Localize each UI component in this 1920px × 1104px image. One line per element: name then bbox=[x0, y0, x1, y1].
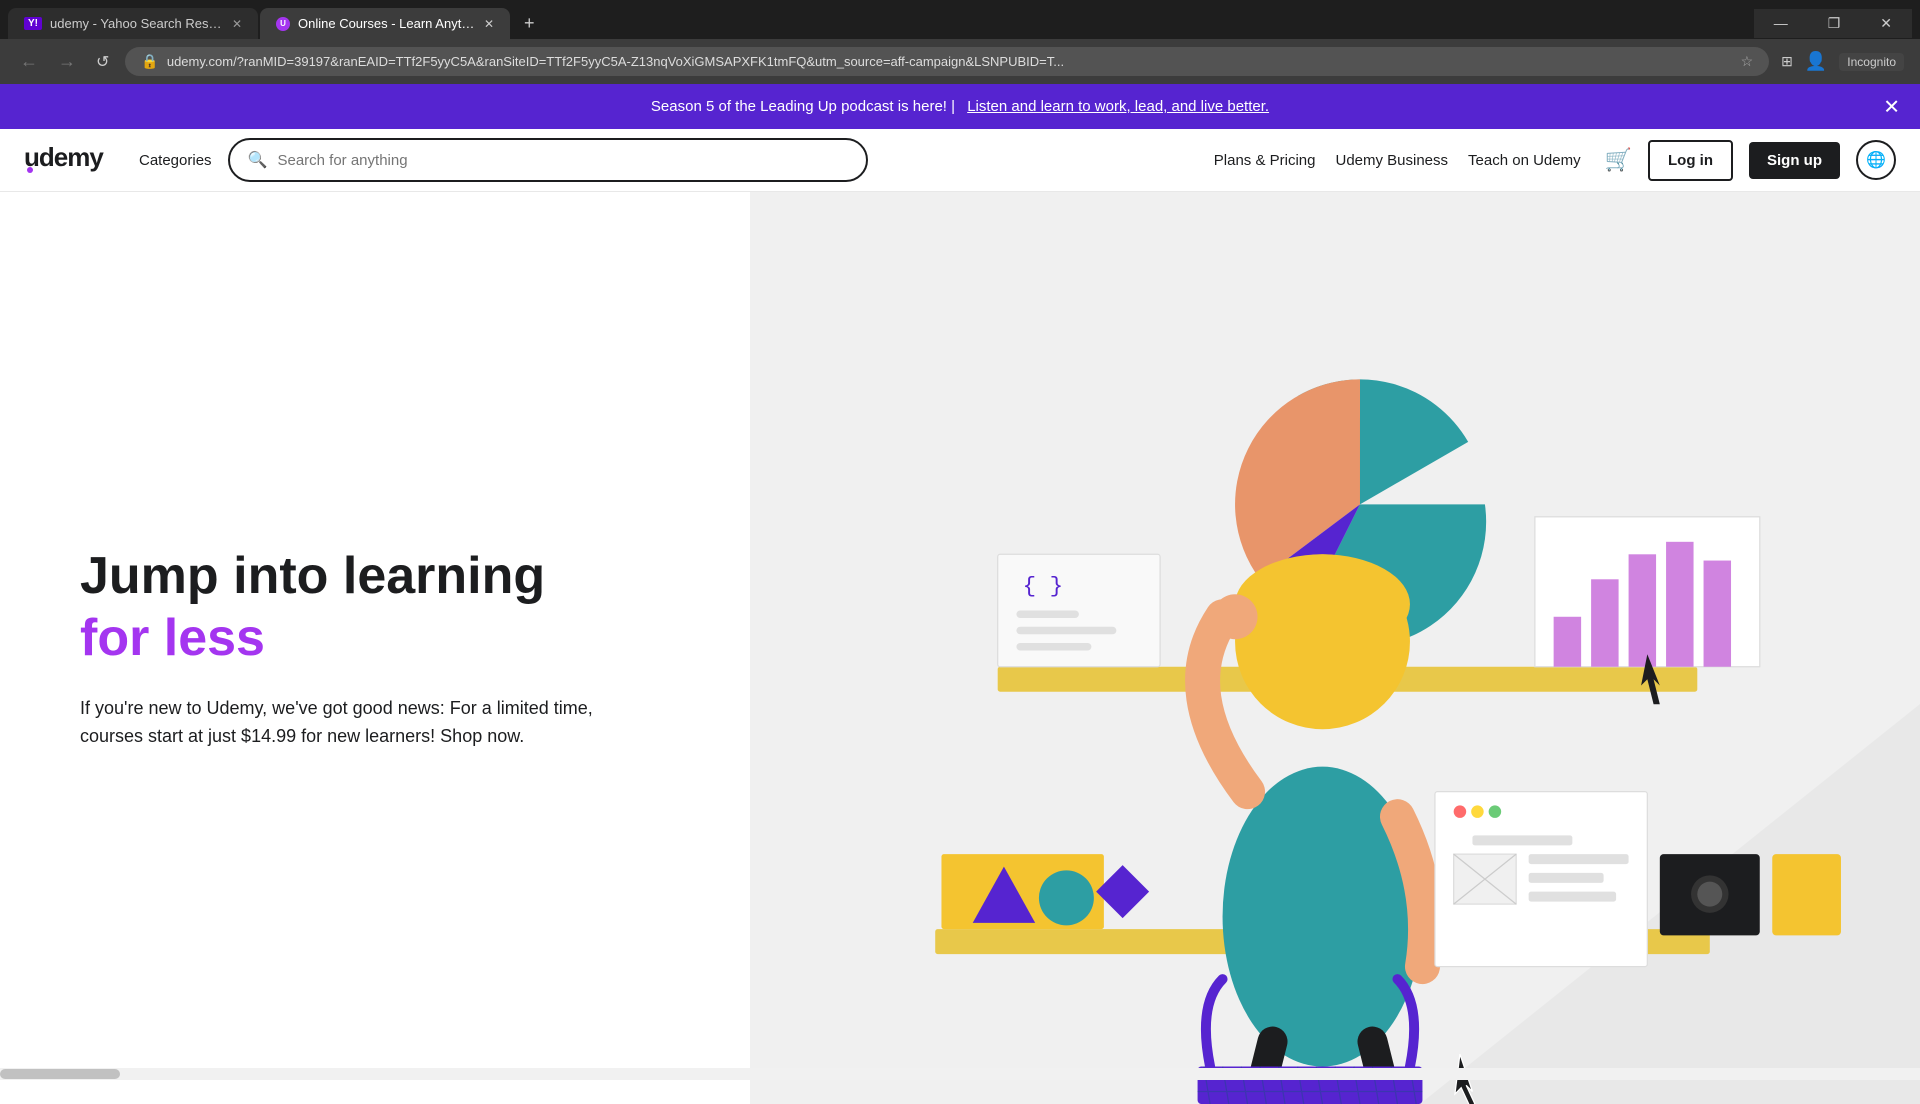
extensions-icon[interactable]: ⊞ bbox=[1781, 53, 1793, 70]
incognito-badge: Incognito bbox=[1839, 53, 1904, 71]
refresh-button[interactable]: ↺ bbox=[92, 50, 113, 74]
search-bar[interactable]: 🔍 bbox=[228, 138, 868, 182]
search-icon: 🔍 bbox=[248, 150, 268, 170]
plans-pricing-link[interactable]: Plans & Pricing bbox=[1214, 152, 1316, 169]
udemy-tab-close[interactable]: ✕ bbox=[484, 17, 494, 31]
address-text: udemy.com/?ranMID=39197&ranEAID=TTf2F5yy… bbox=[167, 54, 1733, 69]
browser-chrome: Y! udemy - Yahoo Search Results ✕ U Onli… bbox=[0, 0, 1920, 84]
udemy-logo-svg: udemy bbox=[24, 140, 115, 174]
maximize-button[interactable]: ❐ bbox=[1808, 9, 1861, 38]
hero-illustration: { } bbox=[750, 192, 1920, 1104]
categories-button[interactable]: Categories bbox=[139, 152, 212, 169]
browser-tab-udemy[interactable]: U Online Courses - Learn Anythin... ✕ bbox=[260, 8, 510, 39]
hero-left: Jump into learning for less If you're ne… bbox=[0, 192, 750, 1104]
promo-banner: Season 5 of the Leading Up podcast is he… bbox=[0, 84, 1920, 129]
svg-text:{ }: { } bbox=[1023, 573, 1063, 599]
address-bar[interactable]: 🔒 udemy.com/?ranMID=39197&ranEAID=TTf2F5… bbox=[125, 47, 1769, 76]
browser-tab-yahoo[interactable]: Y! udemy - Yahoo Search Results ✕ bbox=[8, 8, 258, 39]
hero-section: Jump into learning for less If you're ne… bbox=[0, 192, 1920, 1104]
hero-title-line1: Jump into learning bbox=[80, 547, 545, 605]
browser-toolbar: ← → ↺ 🔒 udemy.com/?ranMID=39197&ranEAID=… bbox=[0, 39, 1920, 84]
language-button[interactable]: 🌐 bbox=[1856, 140, 1896, 180]
logo-icon: udemy bbox=[24, 140, 115, 181]
hero-title: Jump into learning for less bbox=[80, 545, 670, 670]
minimize-button[interactable]: — bbox=[1754, 9, 1808, 38]
back-button[interactable]: ← bbox=[16, 49, 42, 74]
udemy-tab-label: Online Courses - Learn Anythin... bbox=[298, 16, 476, 31]
hero-subtitle: If you're new to Udemy, we've got good n… bbox=[80, 694, 620, 752]
udemy-business-link[interactable]: Udemy Business bbox=[1335, 152, 1448, 169]
udemy-logo[interactable]: udemy bbox=[24, 140, 115, 181]
login-button[interactable]: Log in bbox=[1648, 140, 1733, 181]
profile-icon[interactable]: 👤 bbox=[1805, 51, 1827, 72]
banner-close-button[interactable]: ✕ bbox=[1883, 94, 1900, 119]
bookmark-icon[interactable]: ☆ bbox=[1741, 53, 1754, 70]
hero-title-accent: for less bbox=[80, 609, 265, 667]
close-button[interactable]: ✕ bbox=[1860, 9, 1912, 38]
scrollbar-thumb[interactable] bbox=[0, 1069, 120, 1079]
scrollbar[interactable] bbox=[0, 1068, 1920, 1080]
banner-link[interactable]: Listen and learn to work, lead, and live… bbox=[967, 98, 1269, 115]
banner-text: Season 5 of the Leading Up podcast is he… bbox=[651, 98, 955, 115]
yahoo-tab-label: udemy - Yahoo Search Results bbox=[50, 16, 224, 31]
signup-button[interactable]: Sign up bbox=[1749, 142, 1840, 179]
hero-right: { } bbox=[750, 192, 1920, 1104]
navbar: udemy Categories 🔍 Plans & Pricing Udemy… bbox=[0, 129, 1920, 192]
yahoo-tab-icon: Y! bbox=[24, 17, 42, 30]
yahoo-tab-close[interactable]: ✕ bbox=[232, 17, 242, 31]
forward-button[interactable]: → bbox=[54, 49, 80, 74]
search-input[interactable] bbox=[277, 152, 847, 169]
svg-text:udemy: udemy bbox=[24, 142, 104, 172]
cart-icon[interactable]: 🛒 bbox=[1605, 147, 1632, 173]
secure-icon: 🔒 bbox=[141, 53, 158, 70]
new-tab-button[interactable]: + bbox=[512, 9, 547, 38]
nav-links: Plans & Pricing Udemy Business Teach on … bbox=[1214, 152, 1581, 169]
browser-tab-bar: Y! udemy - Yahoo Search Results ✕ U Onli… bbox=[0, 0, 1920, 39]
teach-on-udemy-link[interactable]: Teach on Udemy bbox=[1468, 152, 1581, 169]
udemy-tab-icon: U bbox=[276, 17, 290, 31]
